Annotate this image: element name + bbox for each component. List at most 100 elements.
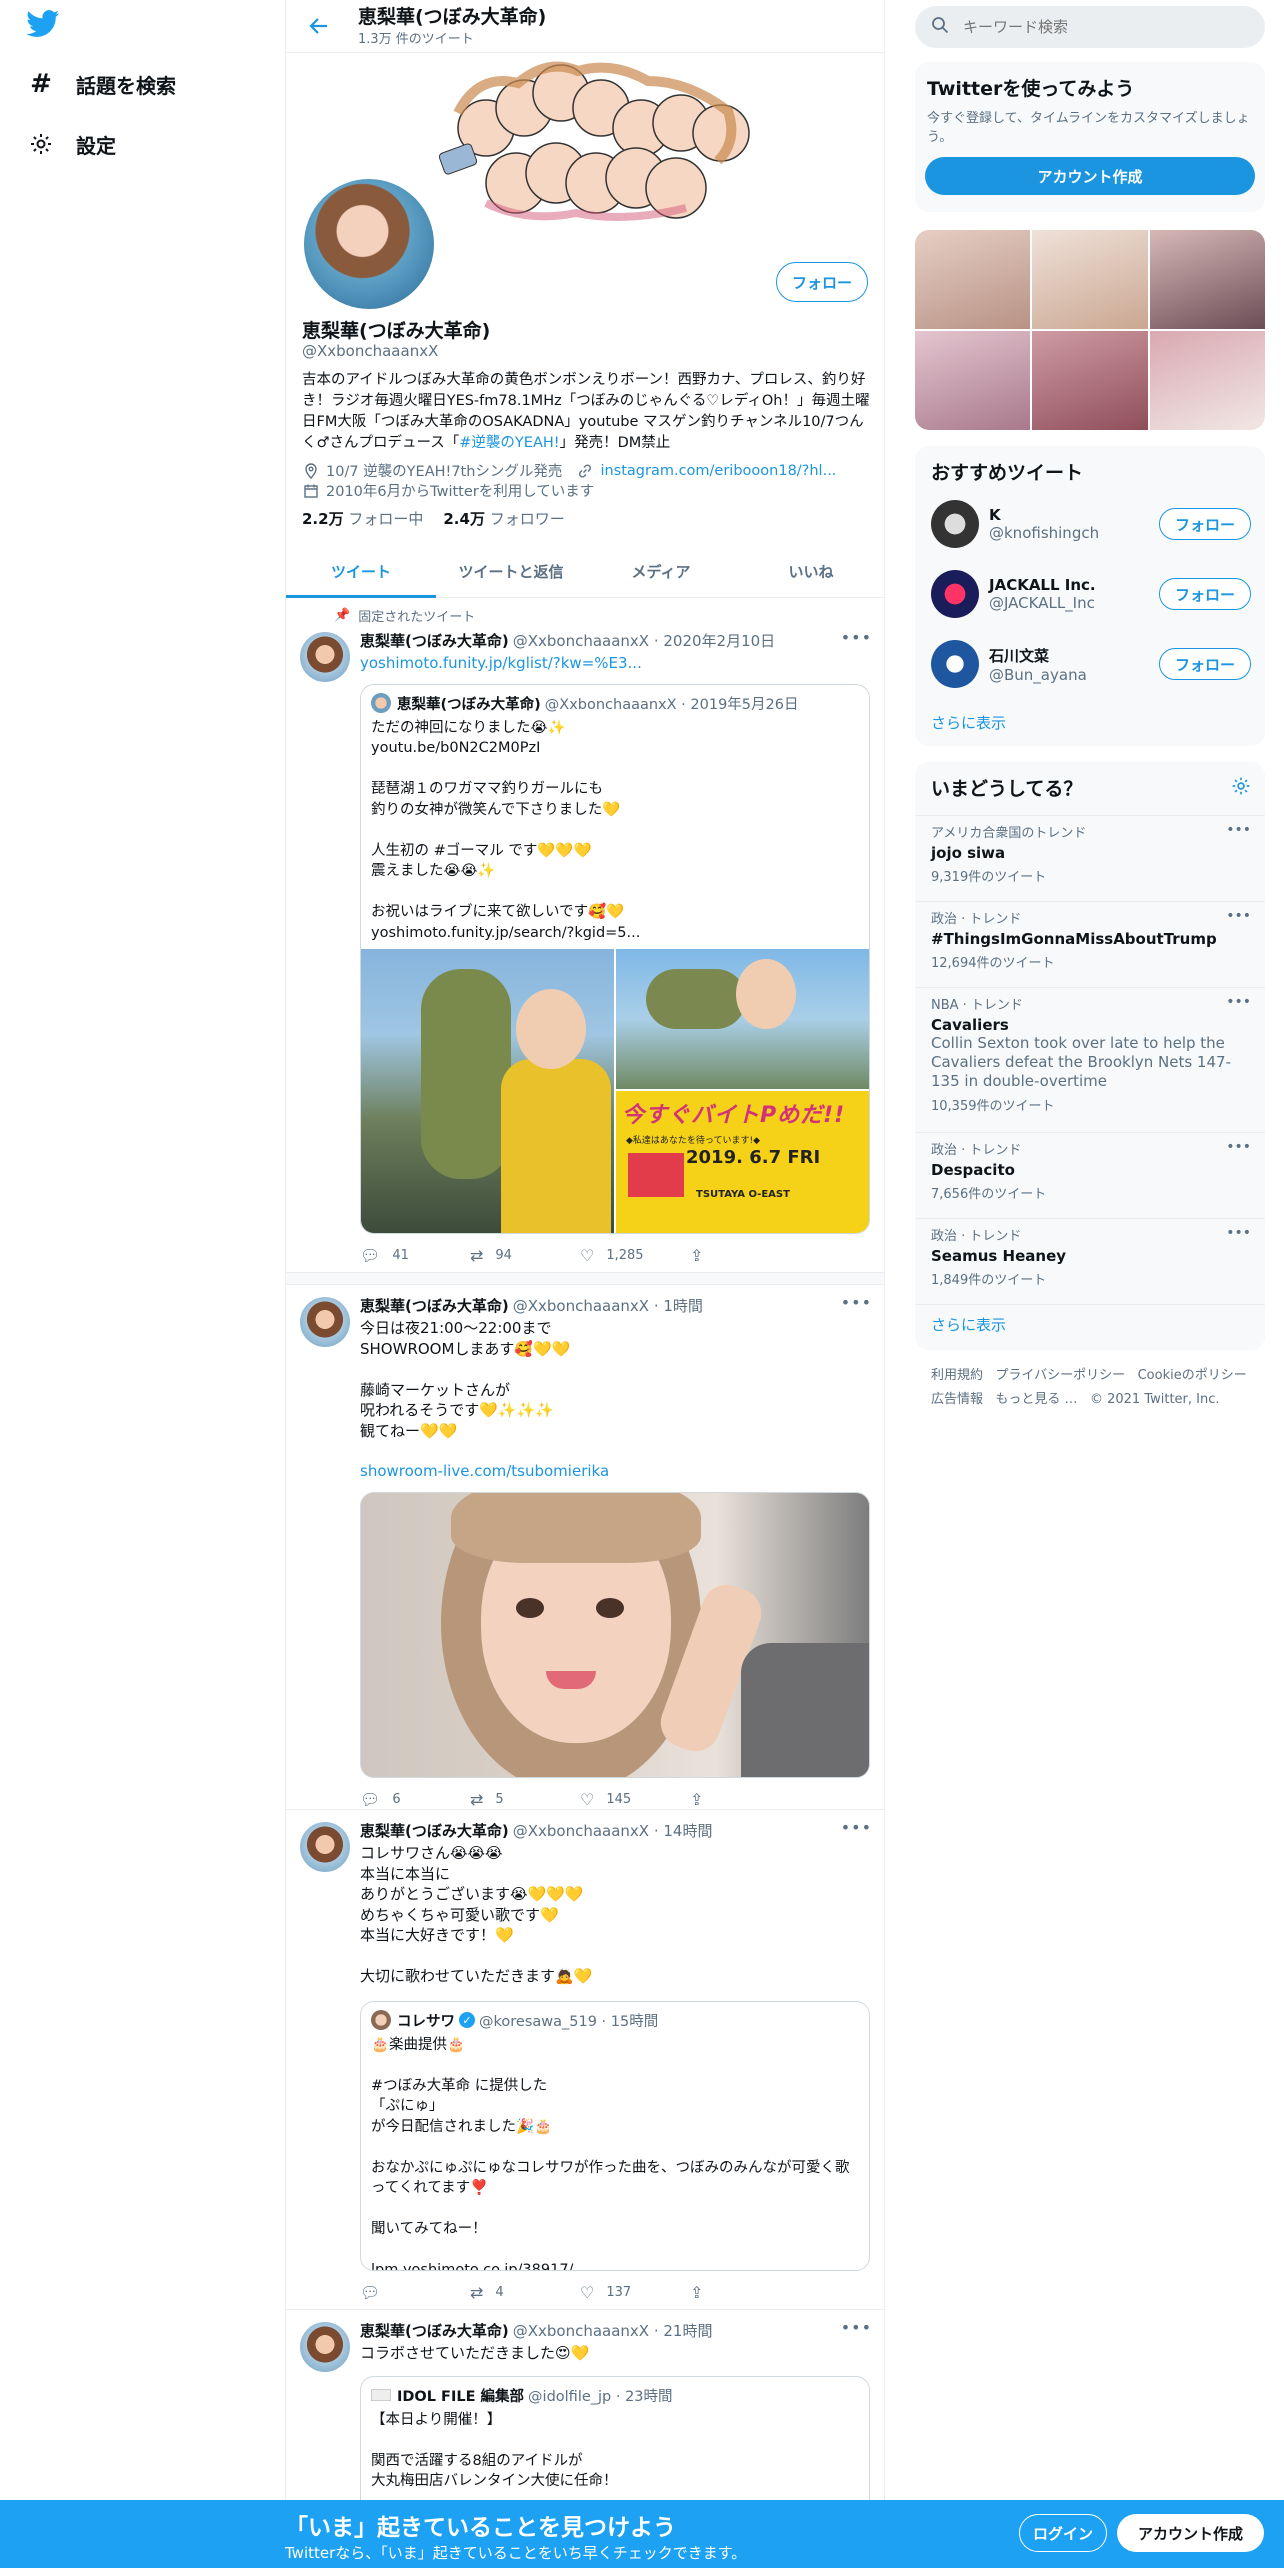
- media-thumb[interactable]: [915, 331, 1031, 430]
- fishing-photo-2[interactable]: [616, 948, 869, 1089]
- tweet-photo[interactable]: [360, 1491, 870, 1778]
- suggested-follow-button[interactable]: フォロー: [1159, 508, 1251, 540]
- profile-follow-button[interactable]: フォロー: [776, 262, 868, 302]
- trend-item[interactable]: 政治 · トレンド Despacito 7,656件のツイート •••: [915, 1132, 1265, 1218]
- quoted-tweet-text: ただの神回になりました😭✨ youtu.be/b0N2C2M0PzI 琵琶湖１の…: [371, 719, 641, 941]
- tweet-author-name[interactable]: 恵梨華(つぼみ大革命): [360, 1820, 509, 1841]
- tweet-link[interactable]: yoshimoto.funity.jp/kglist/?kw=%E3...: [360, 653, 870, 674]
- poster-date: 2019. 6.7 FRI: [686, 1146, 821, 1168]
- tab-tweets[interactable]: ツイート: [286, 545, 436, 598]
- retweet-button[interactable]: ⇄ 5: [470, 1790, 580, 1809]
- twitter-logo-icon[interactable]: [26, 10, 66, 42]
- tweet-author-name[interactable]: 恵梨華(つぼみ大革命): [360, 1295, 509, 1316]
- footer-more-link[interactable]: もっと見る …: [995, 1392, 1077, 1407]
- quoted-tweet[interactable]: 恵梨華(つぼみ大革命) @XxbonchaaanxX · 2019年5月26日 …: [360, 683, 870, 1234]
- left-navigation: # 話題を検索 設定: [0, 0, 285, 2568]
- media-thumb[interactable]: [1032, 230, 1148, 329]
- suggested-account[interactable]: JACKALL Inc. @JACKALL_Inc フォロー: [931, 564, 1251, 624]
- tab-tweets-and-replies[interactable]: ツイートと返信: [436, 545, 586, 597]
- more-options-icon[interactable]: •••: [841, 1293, 872, 1312]
- following-count-link[interactable]: 2.2万 フォロー中: [302, 508, 423, 529]
- suggested-account[interactable]: K @knofishingch フォロー: [931, 494, 1251, 554]
- tweet-pinned[interactable]: 📌 固定されたツイート 恵梨華(つぼみ大革命) @XxbonchaaanxX ·…: [286, 598, 884, 1273]
- quoted-media[interactable]: 今すぐバイトPめだ!! ◆私達はあなたを待っています!◆ 2019. 6.7 F…: [361, 948, 869, 1233]
- like-count: 145: [606, 1791, 632, 1807]
- tweet-avatar[interactable]: [300, 2322, 350, 2372]
- quoted-author-name: IDOL FILE 編集部: [397, 2388, 525, 2405]
- tweet-author-name[interactable]: 恵梨華(つぼみ大革命): [360, 2320, 509, 2341]
- more-options-icon[interactable]: •••: [841, 1818, 872, 1837]
- suggested-follow-button[interactable]: フォロー: [1159, 578, 1251, 610]
- followers-count-link[interactable]: 2.4万 フォロワー: [443, 508, 564, 529]
- tweet-author-name[interactable]: 恵梨華(つぼみ大革命): [360, 630, 509, 651]
- trend-context: アメリカ合衆国のトレンド: [931, 826, 1087, 841]
- trend-more-icon[interactable]: •••: [1226, 1139, 1251, 1155]
- profile-website-link[interactable]: instagram.com/eribooon18/?hl...: [600, 463, 836, 479]
- tweet-link[interactable]: showroom-live.com/tsubomierika: [360, 1461, 870, 1482]
- reply-button[interactable]: 💬︎ 6: [360, 1790, 470, 1809]
- signup-button[interactable]: アカウント作成: [925, 157, 1255, 195]
- tweet-header: 恵梨華(つぼみ大革命) @XxbonchaaanxX · 14時間: [360, 1820, 870, 1841]
- trend-more-icon[interactable]: •••: [1226, 822, 1251, 838]
- trends-card: いまどうしてる？ アメリカ合衆国のトレンド jojo siwa 9,319件のツ…: [915, 762, 1265, 1350]
- trend-item[interactable]: アメリカ合衆国のトレンド jojo siwa 9,319件のツイート •••: [915, 815, 1265, 901]
- reply-button[interactable]: 💬︎: [360, 2283, 470, 2302]
- trend-context: NBA · トレンド: [931, 998, 1023, 1013]
- footer-privacy-link[interactable]: プライバシーポリシー: [995, 1368, 1125, 1383]
- event-poster[interactable]: 今すぐバイトPめだ!! ◆私達はあなたを待っています!◆ 2019. 6.7 F…: [616, 1090, 869, 1233]
- gear-icon[interactable]: [1231, 776, 1251, 800]
- like-button[interactable]: ♡ 145: [580, 1790, 690, 1809]
- trend-more-icon[interactable]: •••: [1226, 1225, 1251, 1241]
- trend-more-icon[interactable]: •••: [1226, 908, 1251, 924]
- profile-avatar[interactable]: [300, 175, 438, 313]
- tab-media[interactable]: メディア: [586, 545, 736, 597]
- quoted-tweet-header: 恵梨華(つぼみ大革命) @XxbonchaaanxX · 2019年5月26日: [371, 693, 859, 714]
- trend-more-icon[interactable]: •••: [1226, 994, 1251, 1010]
- tweet-avatar[interactable]: [300, 632, 350, 682]
- suggested-name: K: [989, 506, 1001, 524]
- more-options-icon[interactable]: •••: [841, 2318, 872, 2337]
- reply-button[interactable]: 💬︎ 41: [360, 1246, 470, 1265]
- suggested-account[interactable]: 石川文菜 @Bun_ayana フォロー: [931, 634, 1251, 694]
- trend-item[interactable]: 政治 · トレンド Seamus Heaney 1,849件のツイート •••: [915, 1218, 1265, 1304]
- footer-cookie-link[interactable]: Cookieのポリシー: [1138, 1368, 1247, 1383]
- media-thumb[interactable]: [1149, 331, 1265, 430]
- trends-show-more[interactable]: さらに表示: [931, 1314, 1006, 1335]
- suggested-follow-button[interactable]: フォロー: [1159, 648, 1251, 680]
- footer-ads-link[interactable]: 広告情報: [931, 1392, 983, 1407]
- tweet[interactable]: 恵梨華(つぼみ大革命) @XxbonchaaanxX · 1時間 ••• 今日は…: [286, 1285, 884, 1810]
- trend-item[interactable]: NBA · トレンド Cavaliers Collin Sexton took …: [915, 987, 1265, 1132]
- back-arrow-icon[interactable]: [302, 9, 336, 43]
- login-button[interactable]: ログイン: [1019, 2514, 1107, 2552]
- section-divider: [286, 1273, 884, 1285]
- quoted-avatar: [371, 693, 391, 713]
- nav-explore[interactable]: # 話題を検索: [28, 64, 176, 104]
- tab-likes[interactable]: いいね: [736, 545, 884, 597]
- footer-terms-link[interactable]: 利用規約: [931, 1368, 983, 1383]
- nav-settings[interactable]: 設定: [28, 124, 116, 164]
- search-input[interactable]: [963, 18, 1243, 36]
- bio-hashtag-link[interactable]: #逆襲のYEAH!: [459, 435, 559, 451]
- retweet-button[interactable]: ⇄ 4: [470, 2283, 580, 2302]
- like-button[interactable]: ♡ 137: [580, 2283, 690, 2302]
- like-button[interactable]: ♡ 1,285: [580, 1246, 690, 1265]
- bottom-signup-button[interactable]: アカウント作成: [1117, 2514, 1264, 2552]
- retweet-button[interactable]: ⇄ 94: [470, 1246, 580, 1265]
- share-button[interactable]: ⇪: [690, 1246, 800, 1265]
- tweet-avatar[interactable]: [300, 1822, 350, 1872]
- media-thumb[interactable]: [1149, 230, 1265, 329]
- fishing-photo-1[interactable]: [361, 948, 614, 1233]
- more-options-icon[interactable]: •••: [841, 628, 872, 647]
- quoted-author-name: コレサワ: [397, 2013, 455, 2030]
- tweet-avatar[interactable]: [300, 1297, 350, 1347]
- share-button[interactable]: ⇪: [690, 2283, 800, 2302]
- suggest-show-more[interactable]: さらに表示: [931, 712, 1006, 733]
- quoted-tweet[interactable]: コレサワ ✓ @koresawa_519 · 15時間 🎂楽曲提供🎂 #つぼみ大…: [360, 2000, 870, 2271]
- media-thumb[interactable]: [915, 230, 1031, 329]
- media-thumb[interactable]: [1032, 331, 1148, 430]
- trend-item[interactable]: 政治 · トレンド #ThingsImGonnaMissAboutTrump 1…: [915, 901, 1265, 987]
- tweet-text: 今日は夜21:00〜22:00まで SHOWROOMしまあす🥰💛💛 藤崎マーケッ…: [360, 1319, 571, 1440]
- share-button[interactable]: ⇪: [690, 1790, 800, 1809]
- tweet[interactable]: 恵梨華(つぼみ大革命) @XxbonchaaanxX · 14時間 ••• コレ…: [286, 1810, 884, 2310]
- search-bar[interactable]: [915, 6, 1265, 48]
